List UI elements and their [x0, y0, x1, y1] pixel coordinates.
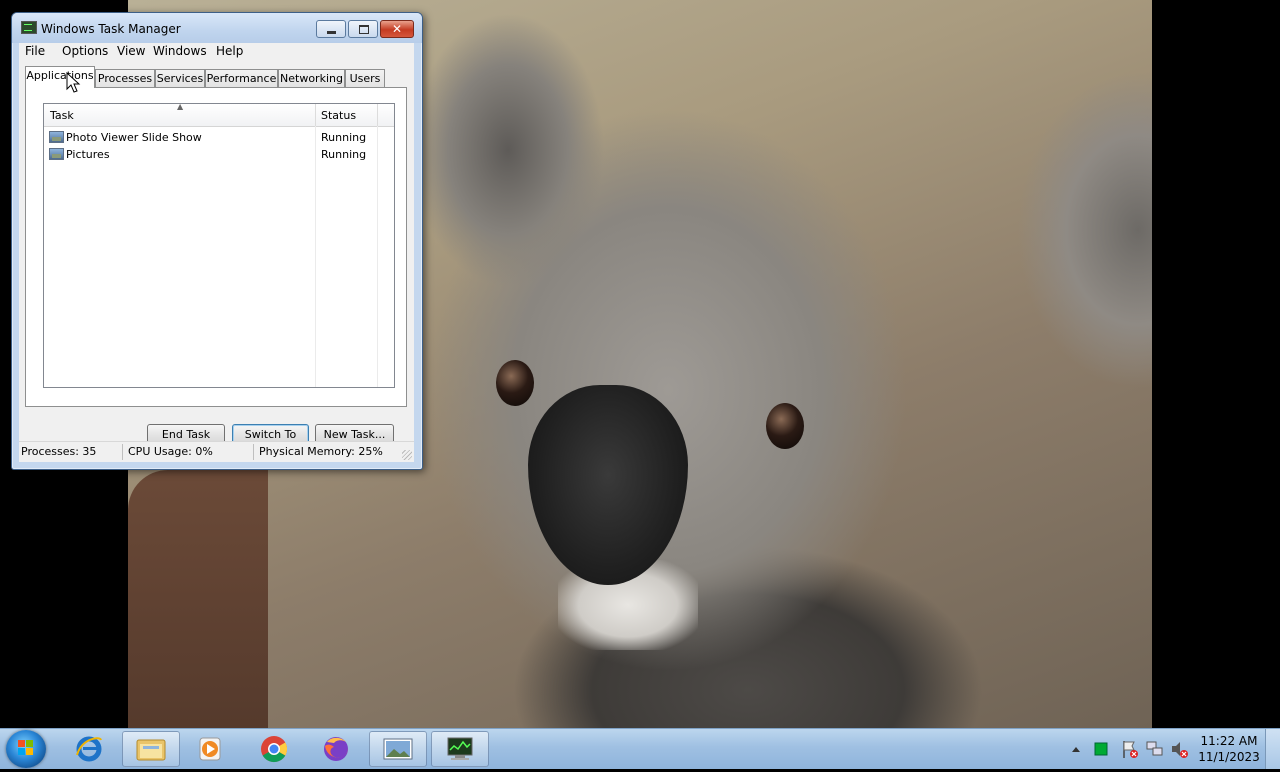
system-clock[interactable]: 11:22 AM 11/1/2023 [1190, 733, 1268, 765]
status-bar: Processes: 35 CPU Usage: 0% Physical Mem… [19, 441, 414, 462]
photo-branch [128, 470, 268, 728]
pictures-folder-icon [49, 148, 64, 160]
folder-icon [136, 739, 166, 761]
status-processes: Processes: 35 [21, 445, 97, 458]
menu-view[interactable]: View [117, 44, 145, 58]
tray-action-center[interactable] [1120, 729, 1140, 769]
tab-services[interactable]: Services [155, 69, 205, 87]
taskbar-photo-viewer[interactable] [369, 731, 427, 767]
column-divider[interactable] [377, 104, 378, 126]
photo-viewer-icon [383, 738, 413, 760]
title-bar[interactable]: Windows Task Manager ✕ [12, 13, 422, 43]
window-title: Windows Task Manager [41, 22, 181, 36]
firefox-icon [324, 737, 348, 761]
task-list-header: ▲ Task Status [44, 102, 394, 127]
resize-grip[interactable] [402, 450, 412, 460]
column-task[interactable]: Task [50, 109, 74, 122]
taskbar: 11:22 AM 11/1/2023 [0, 728, 1280, 769]
task-name: Photo Viewer Slide Show [66, 131, 202, 144]
taskbar-firefox[interactable] [307, 731, 365, 767]
photo-viewer-icon [49, 131, 64, 143]
tray-network[interactable] [1145, 729, 1165, 769]
chrome-icon [261, 736, 288, 763]
media-player-icon [199, 737, 221, 761]
column-status[interactable]: Status [321, 109, 356, 122]
photo-koala-nose [528, 385, 688, 585]
taskbar-windows-explorer[interactable] [122, 731, 180, 767]
table-row[interactable]: Photo Viewer Slide Show Running [46, 129, 391, 146]
menu-options[interactable]: Options [62, 44, 108, 58]
task-manager-icon [447, 737, 473, 760]
status-divider [253, 444, 254, 460]
minimize-button[interactable] [316, 20, 346, 38]
sort-ascending-icon: ▲ [177, 102, 184, 111]
status-cpu-usage: CPU Usage: 0% [128, 445, 213, 458]
volume-muted-icon [1172, 742, 1188, 758]
photo-koala-eye-right [766, 403, 804, 449]
taskbar-windows-media-player[interactable] [182, 731, 240, 767]
tab-users[interactable]: Users [345, 69, 385, 87]
task-name: Pictures [66, 148, 110, 161]
tray-task-manager[interactable] [1092, 729, 1110, 769]
task-list[interactable]: ▲ Task Status Photo Viewer Slide Show Ru… [43, 102, 395, 388]
applications-panel: ▲ Task Status Photo Viewer Slide Show Ru… [25, 87, 407, 446]
maximize-button[interactable] [348, 20, 378, 38]
close-icon: ✕ [391, 22, 403, 36]
cpu-meter-icon [1094, 742, 1108, 756]
column-divider[interactable] [315, 104, 316, 126]
start-button[interactable] [6, 730, 46, 768]
clock-time: 11:22 AM [1200, 734, 1258, 748]
tray-volume[interactable] [1170, 729, 1190, 769]
window-client-area: Applications Processes Services Performa… [19, 61, 414, 462]
task-manager-icon [21, 21, 37, 34]
photo-koala-eye-left [496, 360, 534, 406]
chevron-up-icon [1072, 747, 1080, 752]
clock-date: 11/1/2023 [1198, 750, 1260, 764]
tab-applications[interactable]: Applications [25, 66, 95, 88]
maximize-icon [349, 21, 377, 37]
status-physical-memory: Physical Memory: 25% [259, 445, 383, 458]
minimize-icon [317, 21, 345, 37]
table-row[interactable]: Pictures Running [46, 146, 391, 163]
mouse-cursor-icon [66, 72, 81, 93]
menu-bar: File Options View Windows Help [19, 43, 414, 61]
tab-processes[interactable]: Processes [95, 69, 155, 87]
flag-error-icon [1123, 741, 1138, 758]
taskbar-task-manager[interactable] [431, 731, 489, 767]
tab-networking[interactable]: Networking [278, 69, 345, 87]
network-icon [1146, 741, 1163, 756]
show-desktop-button[interactable] [1265, 729, 1280, 769]
tab-performance[interactable]: Performance [205, 69, 278, 87]
column-gridline [315, 126, 316, 387]
status-divider [122, 444, 123, 460]
column-gridline [377, 126, 378, 387]
windows-logo-icon [18, 740, 34, 756]
menu-file[interactable]: File [25, 44, 45, 58]
close-button[interactable]: ✕ [380, 20, 414, 38]
task-status: Running [321, 131, 367, 144]
show-hidden-icons-button[interactable] [1068, 729, 1084, 769]
menu-windows[interactable]: Windows [153, 44, 207, 58]
internet-explorer-icon [76, 736, 102, 762]
taskbar-google-chrome[interactable] [245, 731, 303, 767]
taskbar-internet-explorer[interactable] [60, 731, 118, 767]
menu-help[interactable]: Help [216, 44, 243, 58]
task-status: Running [321, 148, 367, 161]
